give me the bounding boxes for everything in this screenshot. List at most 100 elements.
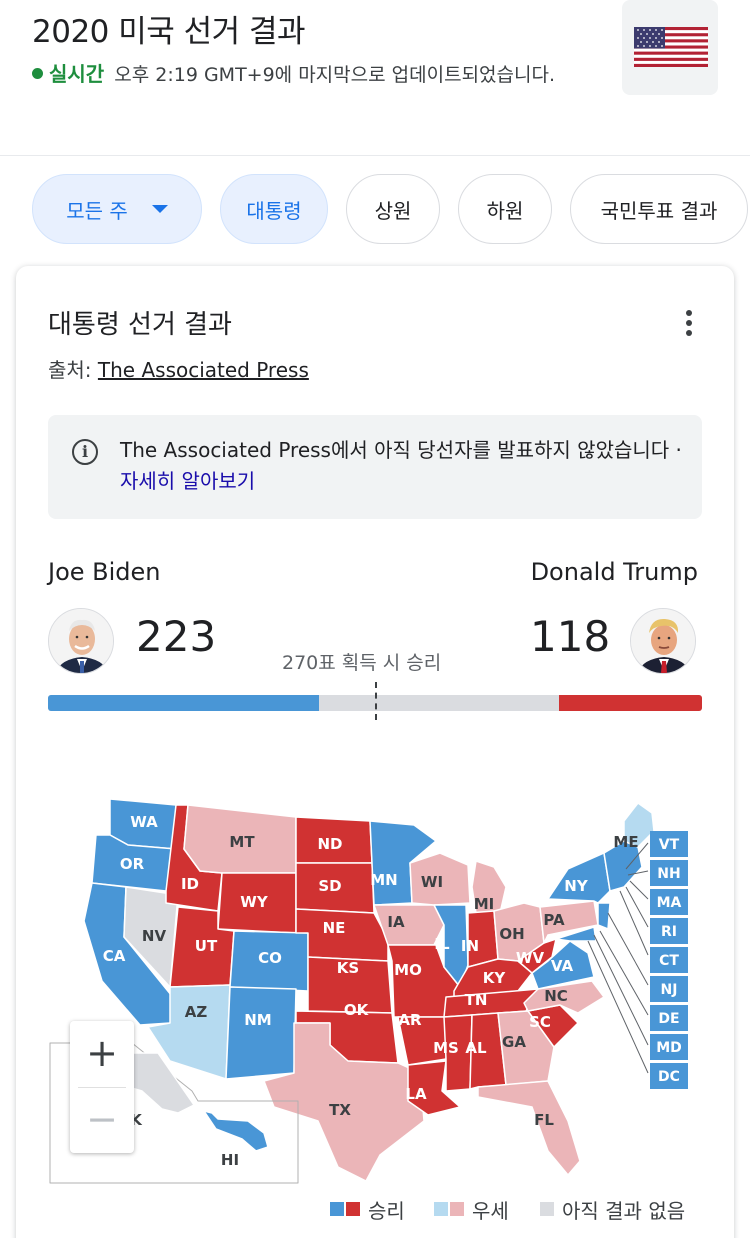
candidate-name-biden: Joe Biden (48, 558, 161, 586)
update-status: 실시간 오후 2:19 GMT+9에 마지막으로 업데이트되었습니다. (32, 58, 602, 92)
legend-won-label: 승리 (368, 1198, 405, 1223)
candidate-name-trump: Donald Trump (530, 558, 698, 586)
notice-text: The Associated Press에서 아직 당선자를 발표하지 않았습니… (120, 435, 690, 497)
state-label-nv: NV (142, 927, 167, 945)
state-label-ks: KS (337, 959, 359, 977)
state-label-id: ID (181, 875, 199, 893)
state-label-nh: NH (657, 866, 680, 882)
state-label-md: MD (656, 1040, 682, 1056)
learn-more-link[interactable]: 자세히 알아보기 (120, 469, 255, 493)
state-fl (477, 1080, 581, 1176)
state-label-ne: NE (323, 919, 346, 937)
source-prefix: 출처: (48, 358, 98, 382)
legend-leaning-label: 우세 (472, 1198, 509, 1223)
state-label-mn: MN (370, 871, 397, 889)
update-text: 오후 2:19 GMT+9에 마지막으로 업데이트되었습니다. (114, 64, 556, 86)
presidential-results-card: 대통령 선거 결과 출처: The Associated Press i The… (16, 266, 734, 1238)
state-label-oh: OH (499, 925, 524, 943)
state-label-ky: KY (483, 969, 507, 987)
win-threshold: 270표 획득 시 승리 (282, 652, 442, 674)
trump-avatar (630, 608, 696, 674)
trump-electoral-votes: 118 (530, 612, 611, 661)
state-label-nc: NC (544, 987, 568, 1005)
state-label-ma: MA (657, 895, 682, 911)
chip-ballot-measures-label: 국민투표 결과 (600, 198, 718, 223)
live-label: 실시간 (49, 62, 105, 86)
state-label-nm: NM (244, 1011, 271, 1029)
us-flag-icon[interactable] (622, 0, 718, 95)
chevron-down-icon (151, 205, 168, 213)
state-label-or: OR (120, 855, 145, 873)
chip-house-label: 하원 (486, 198, 524, 223)
legend-no-result: 아직 결과 없음 (540, 1196, 686, 1223)
legend-leaning: 우세 (434, 1196, 509, 1223)
state-label-vt: VT (659, 837, 680, 853)
state-label-mo: MO (394, 961, 422, 979)
notice-box: i The Associated Press에서 아직 당선자를 발표하지 않았… (48, 415, 702, 519)
chip-senate[interactable]: 상원 (346, 174, 440, 244)
state-label-mt: MT (229, 833, 255, 851)
live-indicator-icon (32, 68, 43, 79)
state-label-pa: PA (543, 911, 565, 929)
state-label-wy: WY (240, 893, 269, 911)
state-label-mi: MI (474, 895, 495, 913)
state-label-ct: CT (659, 953, 679, 969)
rep-win-swatch (346, 1202, 360, 1216)
state-label-ut: UT (195, 937, 218, 955)
map-zoom-control: + − (70, 1021, 134, 1153)
biden-avatar (48, 608, 114, 674)
state-label-wv: WV (516, 949, 545, 967)
chip-house[interactable]: 하원 (458, 174, 552, 244)
state-label-dc: DC (658, 1069, 680, 1085)
dem-win-swatch (330, 1202, 344, 1216)
state-label-wa: WA (130, 813, 158, 831)
state-label-ms: MS (433, 1039, 459, 1057)
state-nm (225, 986, 297, 1080)
state-label-co: CO (258, 949, 282, 967)
zoom-out-button[interactable]: − (70, 1087, 134, 1151)
state-label-ar: AR (398, 1011, 422, 1029)
notice-message: The Associated Press에서 아직 당선자를 발표하지 않았습니… (120, 438, 682, 462)
chip-all-states-label: 모든 주 (66, 198, 128, 223)
state-label-nj: NJ (661, 982, 678, 998)
chip-president[interactable]: 대통령 (220, 174, 328, 244)
win-threshold-marker (375, 682, 377, 720)
no-result-swatch (540, 1202, 554, 1216)
state-label-nd: ND (317, 835, 342, 853)
more-options-icon[interactable] (682, 310, 696, 340)
page-title: 2020 미국 선거 결과 (32, 14, 306, 50)
state-label-ga: GA (502, 1033, 526, 1051)
state-label-fl: FL (534, 1111, 554, 1129)
card-title: 대통령 선거 결과 (48, 310, 232, 340)
state-label-az: AZ (185, 1003, 208, 1021)
state-nj (597, 902, 611, 930)
state-label-ny: NY (564, 877, 589, 895)
chip-ballot-measures[interactable]: 국민투표 결과 (570, 174, 748, 244)
state-label-la: LA (405, 1085, 427, 1103)
dem-lean-swatch (434, 1202, 448, 1216)
state-label-tx: TX (329, 1101, 351, 1119)
state-label-me: ME (613, 833, 638, 851)
state-label-wi: WI (421, 873, 443, 891)
state-label-sc: SC (529, 1013, 551, 1031)
results-header: 2020 미국 선거 결과 실시간 오후 2:19 GMT+9에 마지막으로 업… (0, 0, 750, 156)
state-label-ia: IA (387, 913, 405, 931)
state-label-de: DE (658, 1011, 679, 1027)
chip-president-label: 대통령 (246, 198, 302, 223)
chip-all-states[interactable]: 모든 주 (32, 174, 202, 244)
rep-lean-swatch (450, 1202, 464, 1216)
state-label-ri: RI (661, 924, 677, 940)
source-link[interactable]: The Associated Press (98, 358, 309, 382)
legend-won: 승리 (330, 1196, 405, 1223)
us-electoral-map[interactable]: VT NH MA RI CT NJ DE MD DC WA OR CA NV ID MT WY UT AZ CO N… (48, 791, 708, 1191)
state-label-sd: SD (318, 877, 341, 895)
state-label-ok: OK (344, 1001, 370, 1019)
legend-no-result-label: 아직 결과 없음 (562, 1198, 686, 1223)
state-label-al: AL (465, 1039, 487, 1057)
zoom-in-button[interactable]: + (70, 1021, 134, 1085)
state-label-tn: TN (465, 991, 488, 1009)
state-label-va: VA (551, 957, 574, 975)
source-line: 출처: The Associated Press (48, 354, 309, 383)
state-label-in: IN (461, 937, 479, 955)
info-icon: i (72, 439, 98, 465)
